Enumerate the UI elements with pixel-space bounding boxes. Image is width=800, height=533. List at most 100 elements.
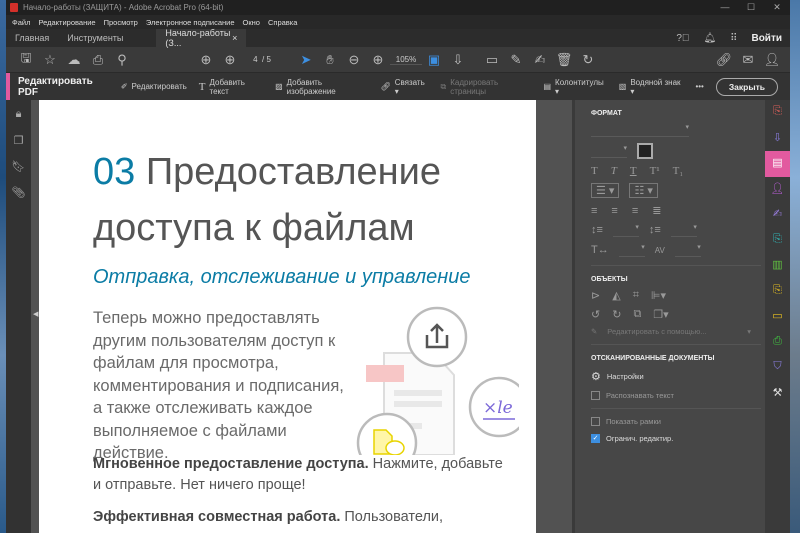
select-cursor-icon[interactable]: ➤ xyxy=(294,52,318,68)
fit-page-icon[interactable]: ▣ xyxy=(422,52,446,68)
add-text-button[interactable]: T Добавить текст xyxy=(199,78,263,96)
superscript-icon[interactable]: T¹ xyxy=(650,165,660,177)
menu-edit[interactable]: Редактирование xyxy=(38,18,95,27)
tab-document[interactable]: Начало-работы (З... × xyxy=(156,28,247,48)
organize-pages-icon[interactable]: ▥ xyxy=(765,253,790,279)
page-current[interactable]: 4 xyxy=(253,55,257,64)
zoom-in-icon[interactable]: ⊕ xyxy=(366,52,390,68)
print-production-icon[interactable]: ⎙ xyxy=(765,330,790,356)
edit-with-select[interactable]: Редактировать с помощью... xyxy=(607,327,706,336)
rotate-left-icon[interactable]: ↺ xyxy=(591,308,600,321)
protect-icon[interactable]: ⛉ xyxy=(765,355,790,381)
edit-pdf-icon[interactable]: ▤ xyxy=(765,151,790,177)
more-button[interactable]: ••• xyxy=(695,82,703,91)
bell-icon[interactable]: 🔔︎ xyxy=(703,33,716,44)
flip-vertical-icon[interactable]: ⊳ xyxy=(591,289,600,302)
request-sign-icon[interactable]: 👤︎ xyxy=(765,177,790,203)
close-tab-icon[interactable]: × xyxy=(232,33,237,43)
zoom-search-icon[interactable]: ⚲ xyxy=(110,52,134,68)
zoom-level[interactable]: 105% xyxy=(390,55,422,65)
fill-sign-icon[interactable]: ✍︎ xyxy=(765,202,790,228)
tab-home[interactable]: Главная xyxy=(6,29,58,47)
apps-grid-icon[interactable]: ⠿ xyxy=(730,33,737,44)
create-pdf-icon[interactable]: ⎘ xyxy=(765,100,790,126)
print-icon[interactable]: ⎙ xyxy=(86,52,110,68)
settings-link[interactable]: Настройки xyxy=(607,372,644,381)
zoom-out-icon[interactable]: ⊖ xyxy=(342,52,366,68)
menu-window[interactable]: Окно xyxy=(243,18,260,27)
save-icon[interactable]: 🖫 xyxy=(14,49,38,71)
restrict-edit-checkbox[interactable]: ✓ xyxy=(591,434,600,443)
subscript-icon[interactable]: T₁ xyxy=(673,165,684,177)
collapse-left-icon[interactable]: ◀ xyxy=(33,310,38,318)
rotate-icon[interactable]: ↻ xyxy=(576,52,600,68)
menu-esign[interactable]: Электронное подписание xyxy=(146,18,235,27)
menu-file[interactable]: Файл xyxy=(12,18,30,27)
acrobat-icon xyxy=(10,3,18,12)
upload-cloud-icon[interactable]: ☁ xyxy=(62,52,86,68)
crop-icon: ⧉ xyxy=(440,81,447,91)
scroll-mode-icon[interactable]: ⇩ xyxy=(446,52,470,68)
close-window-button[interactable]: ✕ xyxy=(764,2,790,13)
sign-icon[interactable]: ✍︎ xyxy=(528,52,552,68)
bookmark-icon[interactable]: 🔖︎ xyxy=(6,152,31,178)
scale-select[interactable]: ▾ xyxy=(618,243,645,257)
combine-icon[interactable]: ⎘ xyxy=(765,228,790,254)
align-center-icon[interactable]: ≡ xyxy=(611,205,617,217)
maximize-button[interactable]: ☐ xyxy=(738,2,764,13)
export-pdf-icon[interactable]: ⇩ xyxy=(765,126,790,152)
scan-icon[interactable]: ⎘ xyxy=(765,279,790,305)
bullet-list-icon[interactable]: ☰ ▾ xyxy=(591,183,620,198)
rotate-right-icon[interactable]: ↻ xyxy=(612,308,621,321)
menu-view[interactable]: Просмотр xyxy=(104,18,138,27)
minimize-button[interactable]: — xyxy=(712,2,738,13)
crop-pages-button[interactable]: ⧉ Кадрировать страницы xyxy=(441,78,532,96)
replace-image-icon[interactable]: ⧉ xyxy=(633,308,641,321)
menu-help[interactable]: Справка xyxy=(268,18,297,27)
edit-button[interactable]: ✐ Редактировать xyxy=(121,82,187,91)
numbered-list-icon[interactable]: ☷ ▾ xyxy=(629,183,658,198)
justify-icon[interactable]: ≣ xyxy=(652,204,661,217)
font-select[interactable]: ▾ xyxy=(591,123,689,137)
close-edit-button[interactable]: Закрыть xyxy=(715,77,779,96)
highlight-icon[interactable]: ✎ xyxy=(504,52,528,68)
lock-icon[interactable]: 🔒︎ xyxy=(6,100,31,126)
italic-icon[interactable]: T xyxy=(611,165,617,177)
line-spacing-select[interactable]: ▾ xyxy=(612,223,639,237)
align-left-icon[interactable]: ≡ xyxy=(591,205,597,217)
recognize-text-checkbox[interactable] xyxy=(591,391,600,400)
flip-horizontal-icon[interactable]: ◭ xyxy=(612,289,620,302)
next-page-icon[interactable]: ⊕ xyxy=(218,52,242,68)
add-user-icon[interactable]: 👤︎ xyxy=(760,52,784,68)
align-right-icon[interactable]: ≡ xyxy=(632,205,638,217)
add-image-button[interactable]: ▨ Добавить изображение xyxy=(275,78,368,96)
more-tools-icon[interactable]: ⚒ xyxy=(765,381,790,407)
comment-icon[interactable]: ▭ xyxy=(480,52,504,68)
underline-icon[interactable]: T xyxy=(630,165,637,177)
hand-icon[interactable]: ✋︎ xyxy=(318,52,342,68)
link-button[interactable]: 🔗︎ Связать ▾ xyxy=(381,78,429,96)
paragraph-spacing-select[interactable]: ▾ xyxy=(670,223,697,237)
crop-object-icon[interactable]: ⌗ xyxy=(633,289,639,302)
help-icon[interactable]: ?⃝ xyxy=(676,33,689,44)
bold-icon[interactable]: T xyxy=(591,165,598,177)
share-link-icon[interactable]: 🔗︎ xyxy=(712,52,736,68)
tab-tools[interactable]: Инструменты xyxy=(58,29,132,47)
font-size-select[interactable]: ▾ xyxy=(591,144,627,158)
attachment-icon[interactable]: 📎︎ xyxy=(6,178,31,204)
watermark-button[interactable]: ▧ Водяной знак ▾ xyxy=(619,78,684,96)
show-frames-checkbox[interactable] xyxy=(591,417,600,426)
email-icon[interactable]: ✉ xyxy=(736,52,760,68)
arrange-icon[interactable]: ❐▾ xyxy=(653,308,668,321)
prev-page-icon[interactable]: ⊕ xyxy=(194,52,218,68)
align-objects-icon[interactable]: ⊫▾ xyxy=(651,289,666,302)
login-button[interactable]: Войти xyxy=(751,33,782,44)
headers-footers-button[interactable]: ▤ Колонтитулы ▾ xyxy=(543,78,606,96)
delete-icon[interactable]: 🗑︎ xyxy=(552,52,576,68)
comment-tool-icon[interactable]: ▭ xyxy=(765,304,790,330)
pages-icon[interactable]: ❐ xyxy=(6,126,31,152)
char-spacing-select[interactable]: ▾ xyxy=(674,243,701,257)
color-swatch[interactable] xyxy=(637,143,653,159)
page-indicator[interactable]: 4 / 5 xyxy=(242,55,282,64)
star-icon[interactable]: ☆ xyxy=(38,52,62,68)
